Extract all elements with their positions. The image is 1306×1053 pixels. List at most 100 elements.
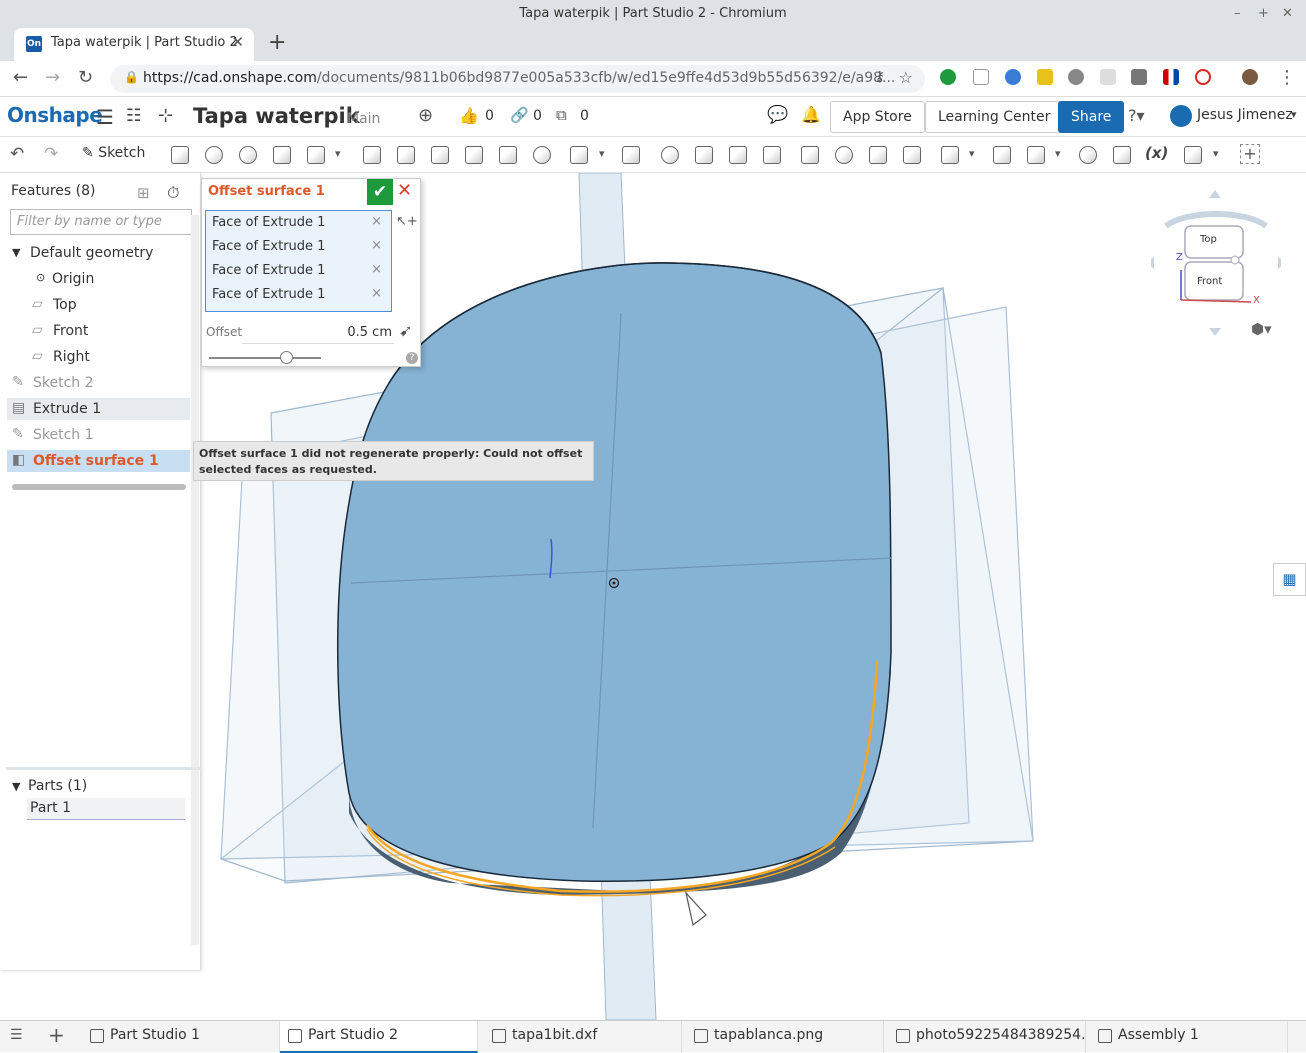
- feature-extrude-1[interactable]: Extrude 1: [33, 401, 101, 417]
- sketch-button[interactable]: ✎ Sketch: [82, 145, 145, 161]
- face-selection-item[interactable]: Face of Extrude 1 ×: [206, 235, 391, 259]
- extension-dropbox-icon[interactable]: [1100, 69, 1116, 85]
- replace-face-icon[interactable]: [903, 146, 921, 164]
- view-cube-front[interactable]: Front: [1197, 276, 1222, 287]
- modify-fillet-icon[interactable]: [801, 146, 819, 164]
- tab-photo[interactable]: photo59225484389254...: [888, 1021, 1086, 1053]
- view-cube-top[interactable]: Top: [1200, 234, 1217, 245]
- parts-divider[interactable]: [6, 767, 201, 770]
- measure-icon[interactable]: [1079, 146, 1097, 164]
- cancel-close-icon[interactable]: ✕: [397, 180, 412, 201]
- remove-icon[interactable]: ×: [371, 262, 382, 277]
- extension-box-icon[interactable]: [973, 69, 989, 85]
- mate-connector-icon[interactable]: [1113, 146, 1131, 164]
- remove-icon[interactable]: ×: [371, 214, 382, 229]
- remove-icon[interactable]: ×: [371, 238, 382, 253]
- split-icon[interactable]: [695, 146, 713, 164]
- browser-menu-icon[interactable]: ⋮: [1278, 67, 1296, 88]
- onshape-logo[interactable]: Onshape: [7, 103, 103, 127]
- feature-sketch-1[interactable]: Sketch 1: [33, 427, 94, 443]
- thicken-icon[interactable]: [307, 146, 325, 164]
- chevron-down-icon[interactable]: ▾: [1213, 147, 1219, 160]
- help-icon[interactable]: ?▾: [1128, 106, 1145, 125]
- tab-tapablanca-png[interactable]: tapablanca.png: [686, 1021, 884, 1053]
- globe-icon[interactable]: ⊕: [418, 105, 433, 126]
- part-row[interactable]: Part 1: [27, 798, 185, 820]
- profile-avatar-icon[interactable]: [1242, 69, 1258, 85]
- undo-icon[interactable]: ↶: [10, 144, 24, 164]
- offset-slider-track[interactable]: [209, 357, 321, 359]
- variable-icon[interactable]: (x): [1145, 144, 1168, 162]
- offset-value-input[interactable]: 0.5 cm: [242, 322, 394, 344]
- view-cube[interactable]: Top Front Z X: [1146, 188, 1286, 338]
- add-custom-feature-icon[interactable]: +: [1240, 144, 1260, 164]
- extrude-icon[interactable]: [171, 146, 189, 164]
- reload-icon[interactable]: ↻: [78, 67, 93, 88]
- move-face-icon[interactable]: [869, 146, 887, 164]
- plane-icon[interactable]: [993, 146, 1011, 164]
- user-name[interactable]: Jesus Jimenez: [1197, 107, 1293, 123]
- notification-bell-icon[interactable]: 🔔: [801, 105, 821, 124]
- maximize-icon[interactable]: +: [1258, 0, 1269, 28]
- forward-icon[interactable]: →: [45, 67, 60, 88]
- add-tab-icon[interactable]: +: [48, 1023, 65, 1047]
- branch-name[interactable]: Main: [347, 111, 380, 127]
- add-folder-icon[interactable]: ⊞: [137, 184, 150, 202]
- chevron-down-icon[interactable]: ▾: [969, 147, 975, 160]
- helix-icon[interactable]: [1027, 146, 1045, 164]
- flip-direction-icon[interactable]: ➹: [399, 321, 412, 340]
- feature-top-plane[interactable]: Top: [53, 297, 77, 313]
- like-icon[interactable]: 👍: [459, 106, 479, 125]
- user-avatar-icon[interactable]: [1170, 105, 1192, 127]
- chevron-down-icon[interactable]: ▾: [1055, 147, 1061, 160]
- comment-icon[interactable]: 💬: [767, 105, 788, 125]
- app-store-button[interactable]: App Store: [830, 101, 925, 133]
- extension-lightning-icon[interactable]: [1037, 69, 1053, 85]
- mirror-icon[interactable]: [622, 146, 640, 164]
- appearance-panel-icon[interactable]: ▦: [1273, 563, 1306, 596]
- default-geometry-label[interactable]: Default geometry: [30, 245, 153, 261]
- document-name[interactable]: Tapa waterpik: [193, 104, 360, 128]
- custom-features-icon[interactable]: [1184, 146, 1202, 164]
- offset-surface-icon[interactable]: [941, 146, 959, 164]
- fillet-icon[interactable]: [363, 146, 381, 164]
- feature-list-scrollbar[interactable]: [12, 484, 186, 490]
- copy-icon[interactable]: ⧉: [556, 106, 567, 124]
- new-tab-icon[interactable]: +: [268, 30, 286, 55]
- transform-icon[interactable]: [729, 146, 747, 164]
- shell-icon[interactable]: [499, 146, 517, 164]
- chevron-down-icon[interactable]: ▼: [12, 780, 20, 793]
- view-options-cube-icon[interactable]: ⬢▾: [1251, 320, 1272, 338]
- rollback-timer-icon[interactable]: ⏱: [167, 183, 179, 203]
- insert-icon[interactable]: ⊹: [158, 105, 173, 126]
- feature-panel-vertical-scrollbar[interactable]: [191, 215, 199, 945]
- feature-right-plane[interactable]: Right: [53, 349, 90, 365]
- close-tab-icon[interactable]: ✕: [231, 33, 244, 51]
- face-selection-item[interactable]: Face of Extrude 1 ×: [206, 283, 391, 307]
- bookmark-star-icon[interactable]: ☆: [899, 68, 913, 87]
- rib-icon[interactable]: [465, 146, 483, 164]
- hole-icon[interactable]: [533, 146, 551, 164]
- user-menu-chevron-down-icon[interactable]: ▾: [1291, 108, 1297, 121]
- extension-gear-icon[interactable]: [1068, 69, 1084, 85]
- extension-green-icon[interactable]: [940, 69, 956, 85]
- versions-icon[interactable]: ☷: [126, 106, 141, 126]
- browser-tab[interactable]: On Tapa waterpik | Part Studio 2 ✕: [14, 28, 254, 61]
- back-icon[interactable]: ←: [13, 67, 28, 88]
- accept-check-icon[interactable]: ✔: [367, 179, 393, 205]
- redo-icon[interactable]: ↷: [44, 144, 58, 164]
- tab-list-icon[interactable]: ☰: [10, 1027, 23, 1043]
- feature-front-plane[interactable]: Front: [53, 323, 88, 339]
- draft-icon[interactable]: [431, 146, 449, 164]
- chevron-down-icon[interactable]: ▼: [12, 246, 20, 259]
- extension-blue-icon[interactable]: [1005, 69, 1021, 85]
- face-selection-item[interactable]: Face of Extrude 1 ×: [206, 211, 391, 235]
- chevron-down-icon[interactable]: ▾: [335, 147, 341, 160]
- feature-offset-surface-1[interactable]: Offset surface 1: [33, 453, 159, 469]
- help-icon[interactable]: ?: [406, 352, 418, 364]
- loft-icon[interactable]: [273, 146, 291, 164]
- pattern-icon[interactable]: [570, 146, 588, 164]
- parts-header[interactable]: Parts (1): [28, 778, 87, 794]
- extension-flag-icon[interactable]: [1163, 69, 1179, 85]
- feature-filter-input[interactable]: Filter by name or type: [10, 209, 192, 235]
